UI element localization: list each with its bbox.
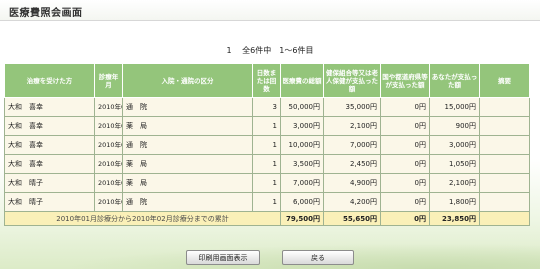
cell-public: 0円 [380, 116, 430, 136]
result-count: 全6件中 [242, 46, 272, 55]
cell-note [479, 135, 530, 155]
print-view-button[interactable]: 印刷用画面表示 [186, 250, 260, 265]
cell-insurer: 7,000円 [323, 135, 381, 155]
cell-insurer: 4,200円 [323, 192, 381, 212]
cell-kind: 通 院 [122, 97, 253, 117]
back-button[interactable]: 戻る [282, 250, 354, 265]
cell-self: 3,000円 [429, 135, 480, 155]
cell-self: 15,000円 [429, 97, 480, 117]
col-header-days: 日数または回数 [252, 63, 281, 98]
cell-total: 50,000円 [280, 97, 324, 117]
col-header-note: 摘要 [479, 63, 530, 98]
cell-note [479, 116, 530, 136]
totals-label: 2010年01月診療分から2010年02月診療分までの累計 [4, 211, 281, 226]
table-row: 大和 喜幸 2010年02月 薬 局 1 3,500円 2,450円 0円 1,… [4, 154, 530, 174]
table-row: 大和 喜幸 2010年01月 薬 局 1 3,000円 2,100円 0円 90… [4, 116, 530, 136]
cell-public: 0円 [380, 173, 430, 193]
cell-insurer: 35,000円 [323, 97, 381, 117]
cell-self: 2,100円 [429, 173, 480, 193]
cell-self: 1,800円 [429, 192, 480, 212]
col-header-public: 国や都道府県等が支払った額 [380, 63, 430, 98]
cell-month: 2010年02月 [94, 135, 123, 155]
totals-public: 0円 [380, 211, 430, 226]
cell-kind: 通 院 [122, 135, 253, 155]
cell-patient: 大和 晴子 [4, 192, 95, 212]
table-row: 大和 晴子 2010年02月 薬 局 1 7,000円 4,900円 0円 2,… [4, 173, 530, 193]
cell-public: 0円 [380, 192, 430, 212]
totals-row: 2010年01月診療分から2010年02月診療分までの累計 79,500円 55… [4, 211, 530, 226]
result-range: 1〜6件目 [279, 46, 314, 55]
cell-note [479, 97, 530, 117]
page-number: 1 [226, 46, 232, 55]
cell-days: 1 [252, 173, 281, 193]
totals-note [479, 211, 530, 226]
totals-insurer: 55,650円 [323, 211, 381, 226]
cell-month: 2010年02月 [94, 192, 123, 212]
cell-days: 1 [252, 135, 281, 155]
cell-public: 0円 [380, 154, 430, 174]
cell-note [479, 154, 530, 174]
cell-kind: 通 院 [122, 192, 253, 212]
cell-total: 6,000円 [280, 192, 324, 212]
cell-days: 1 [252, 116, 281, 136]
cell-patient: 大和 喜幸 [4, 154, 95, 174]
cell-public: 0円 [380, 135, 430, 155]
cell-month: 2010年02月 [94, 173, 123, 193]
cell-self: 900円 [429, 116, 480, 136]
cell-patient: 大和 晴子 [4, 173, 95, 193]
table-header-row: 治療を受けた方 診療年月 入院・通院の区分 日数または回数 医療費の総額 健保組… [4, 63, 530, 98]
cell-note [479, 192, 530, 212]
cell-note [479, 173, 530, 193]
col-header-month: 診療年月 [94, 63, 123, 98]
cell-self: 1,050円 [429, 154, 480, 174]
cell-patient: 大和 喜幸 [4, 116, 95, 136]
cell-total: 10,000円 [280, 135, 324, 155]
totals-total: 79,500円 [280, 211, 324, 226]
pagination-info: 1 全6件中 1〜6件目 [0, 45, 540, 56]
cell-kind: 薬 局 [122, 116, 253, 136]
col-header-patient: 治療を受けた方 [4, 63, 95, 98]
cell-days: 1 [252, 154, 281, 174]
col-header-kind: 入院・通院の区分 [122, 63, 253, 98]
title-bar: 医療費照会画面 [0, 0, 540, 21]
medical-cost-table: 治療を受けた方 診療年月 入院・通院の区分 日数または回数 医療費の総額 健保組… [4, 63, 530, 226]
col-header-total: 医療費の総額 [280, 63, 324, 98]
cell-public: 0円 [380, 97, 430, 117]
page-title: 医療費照会画面 [9, 8, 83, 19]
table-row: 大和 喜幸 2010年01月 通 院 3 50,000円 35,000円 0円 … [4, 97, 530, 117]
cell-insurer: 2,100円 [323, 116, 381, 136]
cell-kind: 薬 局 [122, 173, 253, 193]
col-header-insurer: 健保組合等又は老人保健が支払った額 [323, 63, 381, 98]
cell-patient: 大和 喜幸 [4, 135, 95, 155]
cell-days: 3 [252, 97, 281, 117]
cell-patient: 大和 喜幸 [4, 97, 95, 117]
table-row: 大和 喜幸 2010年02月 通 院 1 10,000円 7,000円 0円 3… [4, 135, 530, 155]
cell-insurer: 4,900円 [323, 173, 381, 193]
col-header-self: あなたが支払った額 [429, 63, 480, 98]
table-row: 大和 晴子 2010年02月 通 院 1 6,000円 4,200円 0円 1,… [4, 192, 530, 212]
cell-month: 2010年01月 [94, 97, 123, 117]
cell-month: 2010年02月 [94, 154, 123, 174]
cell-kind: 薬 局 [122, 154, 253, 174]
totals-self: 23,850円 [429, 211, 480, 226]
cell-total: 3,000円 [280, 116, 324, 136]
cell-days: 1 [252, 192, 281, 212]
cell-total: 3,500円 [280, 154, 324, 174]
cell-total: 7,000円 [280, 173, 324, 193]
cell-insurer: 2,450円 [323, 154, 381, 174]
cell-month: 2010年01月 [94, 116, 123, 136]
